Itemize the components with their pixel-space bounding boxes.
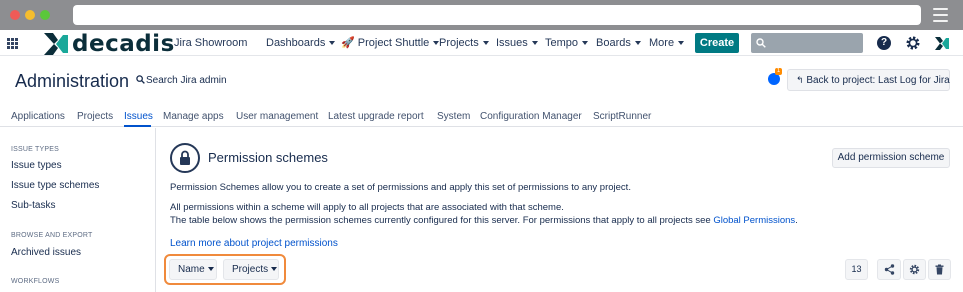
sidebar-item-issue-type-schemes[interactable]: Issue type schemes [11,179,99,192]
delete-button[interactable] [928,259,951,280]
window-maximize-dot[interactable] [40,10,50,20]
scheme-count-badge: 13 [845,259,868,280]
active-tab-indicator [124,125,151,127]
settings-button[interactable] [903,259,926,280]
address-bar[interactable] [73,5,921,25]
add-permission-scheme-button[interactable]: Add permission scheme [832,148,950,168]
sort-name-label: Name [178,264,205,275]
nav-boards[interactable]: Boards [596,36,641,50]
sidebar: ISSUE TYPES Issue types Issue type schem… [0,128,156,292]
tab-applications[interactable]: Applications [11,110,65,123]
nav-more[interactable]: More [649,36,685,50]
sidebar-item-sub-tasks[interactable]: Sub-tasks [11,199,55,212]
tab-issues[interactable]: Issues [124,110,153,123]
section-title: Permission schemes [208,150,328,165]
share-icon [884,264,894,275]
nav-dashboards-label: Dashboards [266,37,326,49]
nav-projects[interactable]: Projects [439,36,489,50]
sidebar-item-archived-issues[interactable]: Archived issues [11,246,81,259]
scheme-description: All permissions within a scheme will app… [170,202,564,213]
gear-icon[interactable] [905,35,921,51]
back-to-project-label: Back to project: Last Log for Jira [806,75,950,86]
user-profile-icon[interactable] [935,37,949,50]
chevron-down-icon [329,41,336,46]
tab-scriptrunner[interactable]: ScriptRunner [593,110,651,123]
gear-icon [909,264,920,275]
tab-latest-upgrade-report[interactable]: Latest upgrade report [328,110,424,123]
sidebar-heading-workflows: WORKFLOWS [11,278,60,285]
sidebar-heading-issue-types: ISSUE TYPES [11,146,59,153]
nav-issues-label: Issues [496,37,528,49]
nav-boards-label: Boards [596,37,631,49]
chevron-down-icon [678,41,685,46]
tab-configuration-manager[interactable]: Configuration Manager [480,110,582,123]
trash-icon [935,264,944,275]
sidebar-heading-browse-and-export: BROWSE AND EXPORT [11,232,93,239]
browser-chrome [0,0,963,30]
sidebar-item-issue-types[interactable]: Issue types [11,159,62,172]
chevron-down-icon [634,41,641,46]
tab-manage-apps[interactable]: Manage apps [163,110,224,123]
nav-issues[interactable]: Issues [496,36,538,50]
search-icon [756,38,766,48]
sort-name-button[interactable]: Name [169,259,217,280]
global-permissions-link[interactable]: Global Permissions [713,215,795,226]
sort-projects-button[interactable]: Projects [223,259,279,280]
chevron-down-icon [271,267,278,272]
chevron-down-icon [531,41,538,46]
help-icon[interactable]: ? [877,36,891,50]
apps-grid-icon[interactable] [7,38,18,49]
table-description-text: The table below shows the permission sch… [170,215,714,226]
window-close-dot[interactable] [10,10,20,20]
top-navigation: decadis Jira Showroom Dashboards 🚀 Proje… [0,30,963,56]
search-icon [136,75,145,84]
site-name[interactable]: Jira Showroom [174,36,247,50]
nav-project-shuttle[interactable]: 🚀 Project Shuttle [341,36,440,50]
nav-tempo-label: Tempo [545,37,579,49]
search-admin-link[interactable]: Search Jira admin [136,74,227,88]
nav-dashboards[interactable]: Dashboards [266,36,336,50]
search-admin-label: Search Jira admin [146,75,227,86]
permission-scheme-avatar [170,143,200,173]
back-arrow-icon: ↰ [796,75,804,85]
admin-tabs: Applications Projects Issues Manage apps… [0,105,963,127]
browser-menu-icon[interactable] [933,8,948,22]
intro-text: Permission Schemes allow you to create a… [170,182,631,193]
decadis-logo-icon [44,33,68,55]
nav-project-shuttle-label: 🚀 Project Shuttle [341,37,430,49]
notification-badge: 1 [775,68,782,75]
decadis-logo[interactable]: decadis [44,32,175,56]
nav-more-label: More [649,37,675,49]
chevron-down-icon [582,41,589,46]
create-button[interactable]: Create [695,33,739,53]
tab-system[interactable]: System [437,110,470,123]
tab-user-management[interactable]: User management [236,110,318,123]
lock-icon [180,150,190,165]
tab-projects[interactable]: Projects [77,110,113,123]
logo-text: decadis [72,31,175,57]
window-minimize-dot[interactable] [25,10,35,20]
back-to-project-button[interactable]: ↰ Back to project: Last Log for Jira [787,69,950,91]
learn-more-link[interactable]: Learn more about project permissions [170,237,338,250]
sort-projects-label: Projects [232,264,269,275]
table-description-end: . [795,215,798,226]
chevron-down-icon [207,267,214,272]
search-input[interactable] [751,33,863,53]
chevron-down-icon [482,41,489,46]
page-title: Administration [15,71,130,91]
table-description: The table below shows the permission sch… [170,214,798,227]
nav-tempo[interactable]: Tempo [545,36,589,50]
nav-projects-label: Projects [439,37,479,49]
share-button[interactable] [877,259,901,280]
